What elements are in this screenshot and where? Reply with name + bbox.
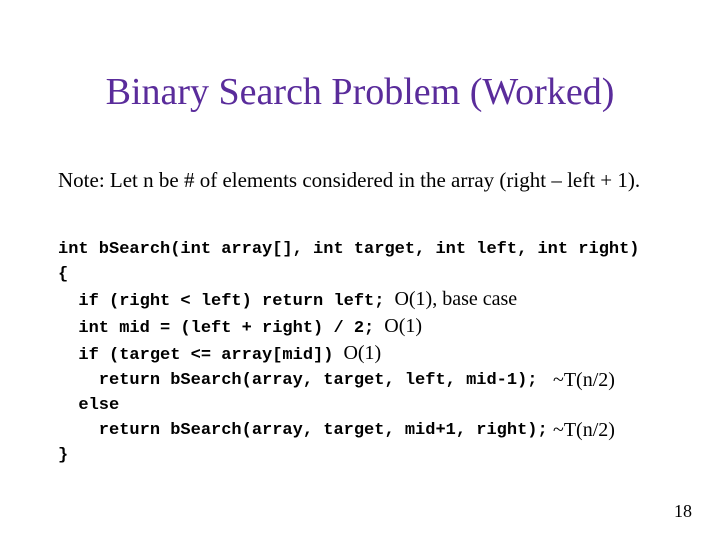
code-line: return bSearch(array, target, mid+1, rig… — [58, 421, 548, 440]
page-number: 18 — [674, 501, 692, 522]
slide-title: Binary Search Problem (Worked) — [0, 70, 720, 114]
code-text: if (right < left) return left; — [58, 292, 384, 311]
code-text: { — [58, 265, 68, 284]
code-text: else — [58, 396, 119, 415]
code-text: return bSearch(array, target, left, mid-… — [58, 371, 537, 390]
code-line: else — [58, 396, 119, 415]
annotation: O(1), base case — [384, 288, 517, 310]
code-text: } — [58, 446, 68, 465]
annotation: O(1) — [333, 342, 381, 364]
annotation: ~T(n/2) — [553, 368, 615, 393]
code-line: { — [58, 265, 68, 284]
code-line: if (right < left) return left; O(1), bas… — [58, 292, 517, 311]
code-line: int mid = (left + right) / 2; O(1) — [58, 319, 422, 338]
code-text: if (target <= array[mid]) — [58, 346, 333, 365]
note-text: Note: Let n be # of elements considered … — [58, 168, 640, 193]
code-text: return bSearch(array, target, mid+1, rig… — [58, 421, 548, 440]
code-line: return bSearch(array, target, left, mid-… — [58, 371, 537, 390]
annotation: ~T(n/2) — [553, 418, 615, 443]
code-text: int mid = (left + right) / 2; — [58, 319, 374, 338]
code-line: if (target <= array[mid]) O(1) — [58, 346, 381, 365]
code-line: int bSearch(int array[], int target, int… — [58, 240, 640, 259]
code-line: } — [58, 446, 68, 465]
code-block: int bSearch(int array[], int target, int… — [58, 212, 640, 468]
annotation: O(1) — [374, 315, 422, 337]
code-text: int bSearch(int array[], int target, int… — [58, 240, 640, 259]
